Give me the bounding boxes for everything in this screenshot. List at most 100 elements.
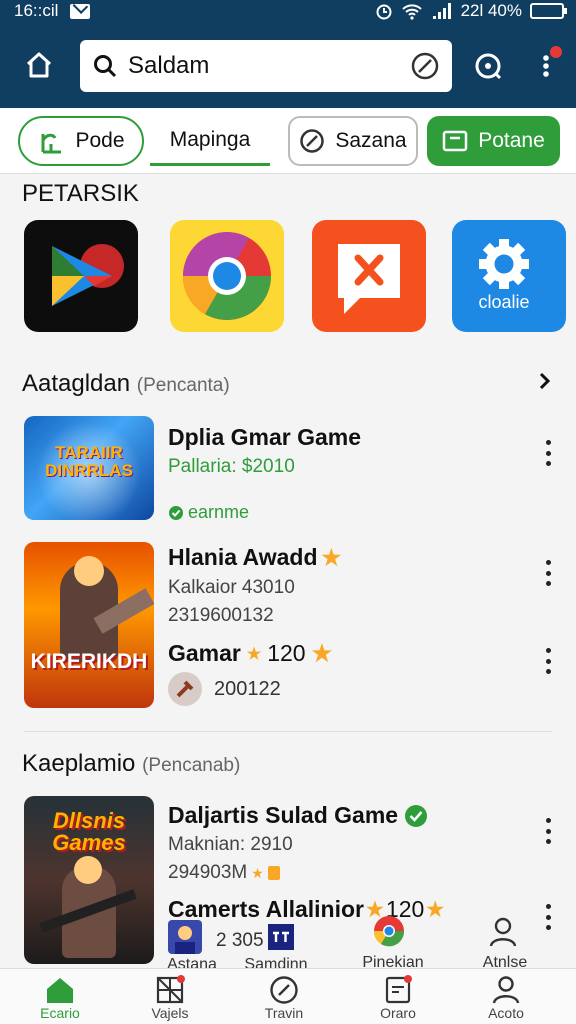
nav-travin[interactable]: Travin [244,975,324,1021]
tag-text: earnme [188,502,250,522]
star-icon: ★ [246,645,262,663]
section-title-text: Aatagldan [22,370,131,397]
more-button[interactable] [526,46,566,86]
game-meta-row: 200122 [168,672,281,706]
game-thumbnail[interactable]: TARAIIR DINRRLAS [24,416,154,520]
settings-app-icon [479,239,529,289]
signal-icon [432,3,451,19]
section-title-text: Kaeplamio [22,750,136,777]
game-meta: Maknian: 2910 [168,834,293,855]
nav-vajels[interactable]: Vajels [130,975,210,1021]
star-icon: ★ [426,899,445,921]
thumbnail-text: TARAIIR DINRRLAS [45,443,133,480]
section-subtitle: (Pencanab) [142,755,241,776]
game-title[interactable]: Hlania Awadd ★ [168,544,341,571]
section-title: PETARSIK [22,180,139,208]
more-options-icon[interactable] [542,648,554,674]
wifi-icon [401,4,422,20]
nav-ecario[interactable]: Ecario [20,975,100,1021]
star-icon: ★ [251,864,264,881]
game-title-text: Hlania Awadd [168,544,318,570]
nav-oraro[interactable]: Oraro [358,975,438,1021]
game-title-text: Camerts Allalinior [168,896,364,922]
tab-pode[interactable]: Pode [18,116,144,166]
compass-icon[interactable] [410,51,440,81]
game-thumbnail[interactable]: KIRERIKDH [24,542,154,708]
plant-icon [41,133,62,154]
person-mini-icon[interactable] [488,916,518,953]
verified-icon [405,804,428,827]
game-title-text: Daljartis Sulad Game [168,802,399,828]
tab-potane[interactable]: Potane [427,116,560,166]
search-input[interactable]: Saldam [128,52,410,80]
more-options-icon[interactable] [542,440,554,466]
mail-icon [70,3,91,19]
app-label: cloalie [478,292,530,312]
badge-icon: ★ [311,640,333,666]
game-meta: Kalkaior 43010 [168,577,295,598]
logo-icon [268,924,294,950]
refresh-icon [475,53,502,80]
home-icon [26,52,52,78]
inbox-icon [385,975,412,1004]
notification-dot [550,46,562,58]
game-title[interactable]: Gamar ★ 120 ★ [168,640,332,667]
home-icon [47,978,73,1003]
message-app[interactable] [312,220,426,332]
app-header: Saldam [0,24,576,108]
lock-icon [267,866,280,880]
nav-label: Oraro [380,1005,416,1021]
alarm-icon [376,4,392,20]
tab-sazana[interactable]: Sazana [288,116,418,166]
game-meta: 200122 [214,677,281,700]
game-meta: 2319600132 [168,605,274,626]
chrome-app[interactable] [170,220,284,332]
play-store-app[interactable] [24,220,138,332]
chrome-icon [183,232,271,320]
game-title[interactable]: Dplia Gmar Game [168,424,361,451]
status-time: 16::cil [14,1,59,20]
wallet-icon [442,130,468,152]
game-title[interactable]: Daljartis Sulad Game [168,802,428,829]
nav-label: Ecario [40,1005,80,1021]
block-icon [300,129,325,153]
nav-acoto[interactable]: Acoto [466,975,546,1021]
chrome-mini-icon[interactable] [372,914,406,953]
featured-apps: cloalie [24,220,566,332]
tab-label: Potane [478,129,545,152]
more-options-icon[interactable] [542,818,554,844]
tab-label: Pode [75,129,125,152]
game-thumbnail[interactable]: Dllsnis Games [24,796,154,964]
compass-icon [270,976,298,1004]
refresh-button[interactable] [468,46,508,86]
divider [24,731,552,732]
tab-label: Mapinga [169,127,251,151]
message-x-icon [338,244,400,314]
star-icon: ★ [321,544,342,570]
search-icon [94,55,117,78]
more-options-icon[interactable] [542,560,554,586]
section-subtitle: (Pencanta) [136,375,230,396]
play-store-icon [52,244,124,306]
game-tag: earnme [168,502,249,523]
grid-icon [156,975,185,1004]
bottom-navigation: Ecario Vajels Travin Oraro Acoto [0,968,576,1024]
thumbnail-text: Dllsnis Games [52,808,126,855]
settings-app[interactable]: cloalie [452,220,566,332]
more-options-icon[interactable] [542,904,554,930]
tab-mapinga[interactable]: Mapinga [150,116,270,166]
home-button[interactable] [18,44,60,86]
game-title-text: Gamar [168,640,241,666]
status-right-text: 22l 40% [460,1,522,20]
more-icon [543,55,549,77]
game-meta: 2 305 [216,930,264,951]
section-title-text: PETARSIK [22,180,139,207]
search-bar[interactable]: Saldam [80,40,452,92]
game-price: Pallaria: $2010 [168,456,295,477]
thumbnail-text: KIRERIKDH [30,650,148,673]
person-icon [492,976,520,1004]
avatar-icon [168,920,202,954]
filter-tabs: Pode Mapinga Sazana Potane [0,108,576,174]
chevron-right-icon[interactable] [538,372,552,390]
avatar[interactable] [168,920,208,956]
